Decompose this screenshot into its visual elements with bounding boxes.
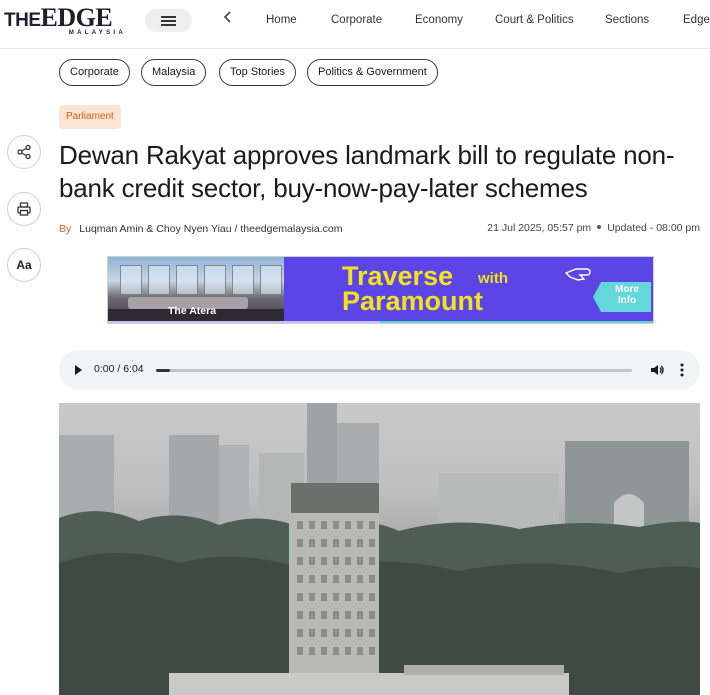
tag-chip-corporate[interactable]: Corporate	[59, 59, 130, 86]
article-dates: 21 Jul 2025, 05:57 pm Updated - 08:00 pm	[487, 222, 700, 234]
byline-source: theedgemalaysia.com	[240, 223, 343, 235]
nav-item-economy[interactable]: Economy	[415, 14, 463, 26]
category-badge[interactable]: Parliament	[59, 105, 121, 129]
byline-prefix: By	[59, 223, 72, 235]
share-button[interactable]	[7, 135, 41, 169]
tag-chip-malaysia[interactable]: Malaysia	[141, 59, 207, 86]
ad-banner[interactable]: The Atera Traverse with Paramount More I…	[107, 256, 654, 324]
audio-player: 0:00 / 6:04	[59, 350, 700, 390]
site-logo[interactable]: THEEDGE MALAYSIA	[4, 3, 130, 37]
more-vertical-icon[interactable]	[678, 362, 686, 378]
byline-authors[interactable]: Luqman Amin & Choy Nyen Yiau /	[79, 223, 237, 235]
nav-item-corporate[interactable]: Corporate	[331, 14, 382, 26]
ad-photo: The Atera	[108, 257, 284, 323]
nav-item-sections[interactable]: Sections	[605, 14, 649, 26]
ad-headline-2: Paramount	[342, 286, 484, 316]
logo-prefix: THE	[4, 10, 41, 31]
play-icon[interactable]	[75, 365, 82, 375]
hamburger-icon	[161, 16, 176, 18]
volume-icon[interactable]	[649, 362, 665, 378]
tag-chip-politics-government[interactable]: Politics & Government	[307, 59, 438, 86]
print-button[interactable]	[7, 192, 41, 226]
font-size-label: Aa	[16, 258, 32, 272]
hero-image[interactable]	[59, 403, 700, 695]
tag-chip-top-stories[interactable]: Top Stories	[219, 59, 297, 86]
audio-seek-bar[interactable]	[156, 369, 632, 372]
logo-word: EDGE	[40, 3, 113, 32]
ad-photo-caption: The Atera	[168, 305, 217, 317]
print-icon	[17, 202, 31, 216]
article-headline: Dewan Rakyat approves landmark bill to r…	[59, 140, 675, 203]
audio-time: 0:00 / 6:04	[94, 363, 144, 375]
ad-cta-label: More Info	[615, 284, 639, 306]
byline: By Luqman Amin & Choy Nyen Yiau / theedge…	[59, 223, 343, 235]
nav-item-court-politics[interactable]: Court & Politics	[495, 14, 574, 26]
menu-button[interactable]	[145, 9, 192, 32]
top-navigation-bar: THEEDGE MALAYSIA Home Corporate Economy …	[0, 0, 710, 49]
article-page: THEEDGE MALAYSIA Home Corporate Economy …	[0, 0, 710, 695]
updated-time: Updated - 08:00 pm	[607, 222, 700, 234]
share-icon	[17, 144, 31, 160]
logo-subtitle: MALAYSIA	[68, 30, 126, 36]
ad-headline-with: with	[478, 270, 508, 287]
nav-item-home[interactable]: Home	[266, 14, 297, 26]
separator-dot	[597, 225, 602, 230]
chevron-left-icon[interactable]	[220, 10, 236, 30]
published-date: 21 Jul 2025, 05:57 pm	[487, 222, 592, 234]
ad-more-info-button[interactable]: More Info	[593, 282, 651, 312]
audio-seek-progress	[156, 369, 170, 372]
pointer-hand-icon	[564, 268, 591, 281]
nav-item-edge-truncated[interactable]: EdgeT	[683, 14, 710, 26]
font-size-button[interactable]: Aa	[7, 248, 41, 282]
parliament-photo	[59, 403, 700, 695]
